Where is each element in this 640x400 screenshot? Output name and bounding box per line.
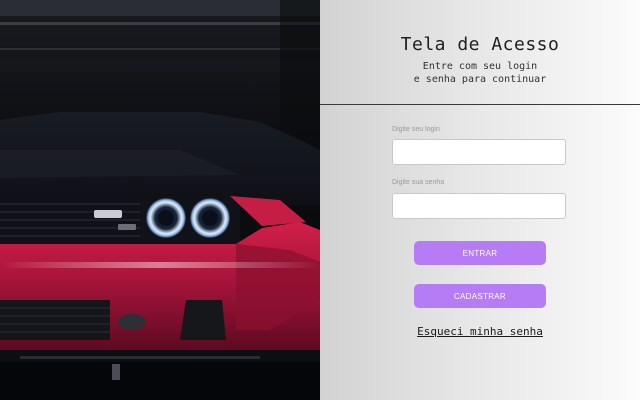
subtitle-line-2: e senha para continuar xyxy=(413,74,547,85)
page-subtitle: Entre com seu login e senha para continu… xyxy=(320,60,640,86)
login-input[interactable] xyxy=(392,139,566,165)
login-panel: Tela de Acesso Entre com seu login e sen… xyxy=(320,0,640,400)
register-button[interactable]: CADASTRAR xyxy=(414,284,546,308)
forgot-password-container: Esqueci minha senha xyxy=(320,325,640,338)
password-input[interactable] xyxy=(392,193,566,219)
page-title: Tela de Acesso xyxy=(400,34,560,55)
login-page: Tela de Acesso Entre com seu login e sen… xyxy=(0,0,640,400)
password-label: Digite sua senha xyxy=(392,179,445,186)
hero-car-image xyxy=(0,0,320,400)
enter-button[interactable]: ENTRAR xyxy=(414,241,546,265)
forgot-password-link[interactable]: Esqueci minha senha xyxy=(417,325,543,338)
subtitle-line-1: Entre com seu login xyxy=(422,61,538,72)
panel-header: Tela de Acesso Entre com seu login e sen… xyxy=(320,0,640,105)
login-label: Digite seu login xyxy=(392,126,440,133)
